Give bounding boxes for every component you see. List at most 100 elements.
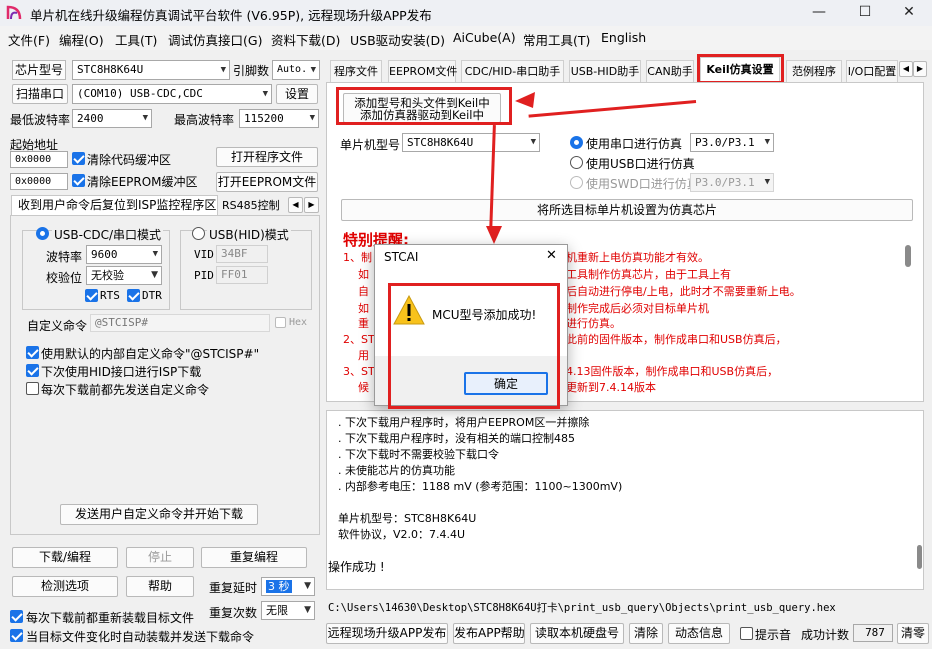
tab-reset-isp[interactable]: 收到用户命令后复位到ISP监控程序区 <box>11 195 218 215</box>
tab-usb-hid[interactable]: USB-HID助手 <box>569 60 641 82</box>
tab-program-file[interactable]: 程序文件 <box>330 60 382 82</box>
menu-english[interactable]: English <box>601 30 646 45</box>
repeat-count-select[interactable]: 无限 ▼ <box>261 601 315 620</box>
tab-rs485[interactable]: RS485控制 <box>222 197 280 215</box>
mcu-model-select[interactable]: STC8H8K64U ▼ <box>402 133 540 152</box>
hid-download-checkbox[interactable] <box>26 364 39 377</box>
check-options-button[interactable]: 检测选项 <box>12 576 118 597</box>
swd-sim-radio[interactable] <box>570 176 583 189</box>
hex-checkbox[interactable] <box>275 317 286 328</box>
arrowhead-left-icon <box>515 92 535 108</box>
chip-select[interactable]: STC8H8K64U ▼ <box>72 60 230 80</box>
download-program-button[interactable]: 下载/编程 <box>12 547 118 568</box>
warn-tail-8: 4.13固件版本，制作成串口和USB仿真后， <box>566 365 779 378</box>
baud-select[interactable]: 9600 ▼ <box>86 245 162 264</box>
clear-eeprom-checkbox[interactable] <box>72 174 85 187</box>
pid-input[interactable]: FF01 <box>216 266 268 284</box>
help-button[interactable]: 帮助 <box>126 576 194 597</box>
parity-select[interactable]: 无校验 ▼ <box>86 266 162 285</box>
rts-checkbox[interactable] <box>85 289 98 302</box>
log-line: 操作成功 ! <box>328 560 385 574</box>
max-baud-select[interactable]: 115200 ▼ <box>239 109 319 128</box>
tab-cdc-hid-serial[interactable]: CDC/HID-串口助手 <box>461 60 564 82</box>
log-line: 单片机型号：STC8H8K64U <box>338 512 477 525</box>
warn-line-3: 自 <box>358 285 369 298</box>
menu-aicube[interactable]: AiCube(A) <box>453 30 516 45</box>
repeat-program-button[interactable]: 重复编程 <box>201 547 307 568</box>
hid-mode-radio[interactable] <box>192 227 205 240</box>
hid-mode-label: USB(HID)模式 <box>207 226 291 243</box>
tab-eeprom-file[interactable]: EEPROM文件 <box>388 60 457 82</box>
warning-scrollbar[interactable] <box>905 245 911 267</box>
dtr-checkbox[interactable] <box>127 289 140 302</box>
set-sim-chip-button[interactable]: 将所选目标单片机设置为仿真芯片 <box>341 199 913 221</box>
reset-count-button[interactable]: 清零 <box>897 623 929 644</box>
menu-download[interactable]: 资料下载(D) <box>271 30 340 49</box>
publish-help-button[interactable]: 发布APP帮助 <box>453 623 525 644</box>
beep-checkbox[interactable] <box>740 627 753 640</box>
pin-label: 引脚数 <box>233 64 270 78</box>
open-program-file-button[interactable]: 打开程序文件 <box>216 147 318 167</box>
tabs-scroll-right-icon[interactable]: ▶ <box>913 61 927 77</box>
stop-button[interactable]: 停止 <box>126 547 194 568</box>
menu-common-tools[interactable]: 常用工具(T) <box>523 30 590 49</box>
swd-port-select[interactable]: P3.0/P3.1 ▼ <box>690 173 774 192</box>
menu-program[interactable]: 编程(O) <box>59 30 104 49</box>
send-custom-label: 每次下载前都先发送自定义命令 <box>41 383 210 397</box>
app-logo-icon <box>6 5 22 20</box>
clear-code-label: 清除代码缓冲区 <box>87 153 172 167</box>
chip-label-button[interactable]: 芯片型号 <box>12 60 66 80</box>
port-select[interactable]: (COM10) USB-CDC,CDC ▼ <box>72 84 272 104</box>
warn-line-5: 重 <box>358 317 369 330</box>
rts-label: RTS <box>100 289 120 302</box>
pin-select[interactable]: Auto. ▼ <box>272 60 320 80</box>
code-address-input[interactable]: 0x0000 <box>10 151 68 168</box>
default-command-label: 使用默认的内部自定义命令"@STCISP#" <box>41 347 260 361</box>
serial-port-select[interactable]: P3.0/P3.1 ▼ <box>690 133 774 152</box>
maximize-button[interactable]: ☐ <box>842 0 888 26</box>
reload-target-checkbox[interactable] <box>10 610 23 623</box>
menu-file[interactable]: 文件(F) <box>8 30 50 49</box>
menu-usb-driver[interactable]: USB驱动安装(D) <box>350 30 445 49</box>
tabs-scroll-left-icon[interactable]: ◀ <box>899 61 913 77</box>
dialog-close-icon[interactable]: ✕ <box>546 248 557 263</box>
min-baud-select[interactable]: 2400 ▼ <box>72 109 152 128</box>
menu-tools[interactable]: 工具(T) <box>115 30 157 49</box>
clear-log-button[interactable]: 清除 <box>629 623 663 644</box>
tab-examples[interactable]: 范例程序 <box>786 60 842 82</box>
tab-scroll-left-icon[interactable]: ◀ <box>288 197 303 213</box>
publish-app-button[interactable]: 远程现场升级APP发布 <box>326 623 448 644</box>
cdc-mode-radio[interactable] <box>36 227 49 240</box>
eeprom-address-input[interactable]: 0x0000 <box>10 173 68 190</box>
max-baud-label: 最高波特率 <box>174 113 235 127</box>
log-line: . 下次下载用户程序时，将用户EEPROM区一并擦除 <box>338 416 590 429</box>
success-count-value: 787 <box>853 624 893 642</box>
usb-sim-radio[interactable] <box>570 156 583 169</box>
open-eeprom-file-button[interactable]: 打开EEPROM文件 <box>216 172 318 192</box>
warn-tail-1: 机重新上电仿真功能才有效。 <box>566 251 709 264</box>
send-custom-download-button[interactable]: 发送用户自定义命令并开始下载 <box>60 504 258 525</box>
clear-code-checkbox[interactable] <box>72 152 85 165</box>
repeat-delay-select[interactable]: 3 秒 ▼ <box>261 577 315 596</box>
parity-label: 校验位 <box>46 271 83 285</box>
minimize-button[interactable]: — <box>796 0 842 26</box>
close-button[interactable]: ✕ <box>886 0 932 26</box>
clear-eeprom-label: 清除EEPROM缓冲区 <box>87 175 198 189</box>
serial-sim-radio[interactable] <box>570 136 583 149</box>
tab-scroll-right-icon[interactable]: ▶ <box>304 197 319 213</box>
dynamic-info-button[interactable]: 动态信息 <box>668 623 730 644</box>
vid-input[interactable]: 34BF <box>216 245 268 263</box>
menu-debug[interactable]: 调试仿真接口(G) <box>168 30 262 49</box>
auto-load-label: 当目标文件变化时自动装载并发送下载命令 <box>26 630 255 644</box>
auto-load-checkbox[interactable] <box>10 629 23 642</box>
read-disk-button[interactable]: 读取本机硬盘号 <box>530 623 624 644</box>
tab-can[interactable]: CAN助手 <box>646 60 694 82</box>
settings-button[interactable]: 设置 <box>276 84 318 104</box>
log-scrollbar[interactable] <box>917 545 922 569</box>
send-custom-checkbox[interactable] <box>26 382 39 395</box>
default-command-checkbox[interactable] <box>26 346 39 359</box>
tab-io-config[interactable]: I/O口配置 <box>846 60 898 82</box>
log-line: . 下次下载用户程序时，没有相关的端口控制485 <box>338 432 575 445</box>
scan-port-button[interactable]: 扫描串口 <box>12 84 68 104</box>
custom-command-input[interactable]: @STCISP# <box>90 314 270 332</box>
